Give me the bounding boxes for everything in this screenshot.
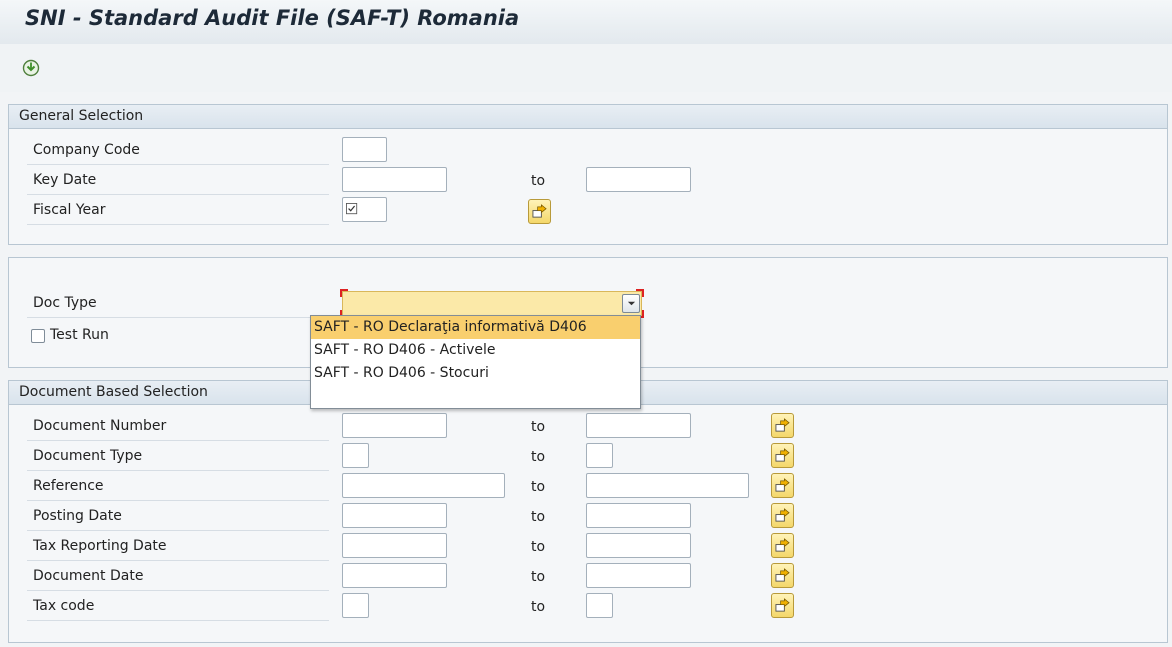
document-type-from-input[interactable]	[342, 443, 369, 468]
dropdown-option[interactable]: SAFT - RO D406 - Activele	[311, 339, 640, 362]
reference-to-label: to	[531, 479, 546, 495]
multiple-selection-icon	[775, 418, 790, 432]
doc-type-dropdown-list: SAFT - RO Declaraţia informativă D406 SA…	[310, 315, 641, 409]
chevron-down-icon	[627, 301, 635, 306]
document-date-from-input[interactable]	[342, 563, 447, 588]
tax-reporting-date-multiple-selection-button[interactable]	[771, 533, 794, 558]
focus-corner	[340, 289, 348, 297]
toolbar	[0, 44, 1172, 92]
dropdown-button[interactable]	[622, 294, 640, 313]
multiple-selection-icon	[775, 508, 790, 522]
tax-reporting-date-label: Tax Reporting Date	[27, 532, 329, 561]
general-selection-group: General Selection Company Code Key Date …	[8, 104, 1168, 245]
multiple-selection-icon	[775, 598, 790, 612]
multiple-selection-icon	[775, 478, 790, 492]
fiscal-year-label: Fiscal Year	[27, 196, 329, 225]
reference-from-input[interactable]	[342, 473, 505, 498]
key-date-label: Key Date	[27, 166, 329, 195]
dropdown-option[interactable]: SAFT - RO Declaraţia informativă D406	[311, 316, 640, 339]
company-code-label: Company Code	[27, 136, 329, 165]
reference-label: Reference	[27, 472, 329, 501]
tax-code-multiple-selection-button[interactable]	[771, 593, 794, 618]
tax-code-to-input[interactable]	[586, 593, 613, 618]
multiple-selection-icon	[532, 204, 547, 218]
document-number-multiple-selection-button[interactable]	[771, 413, 794, 438]
posting-date-label: Posting Date	[27, 502, 329, 531]
tax-reporting-date-to-label: to	[531, 539, 546, 555]
fiscal-year-multiple-selection-button[interactable]	[528, 199, 551, 224]
document-type-to-input[interactable]	[586, 443, 613, 468]
title-bar: SNI - Standard Audit File (SAF-T) Romani…	[0, 0, 1172, 44]
document-type-multiple-selection-button[interactable]	[771, 443, 794, 468]
tax-reporting-date-to-input[interactable]	[586, 533, 691, 558]
company-code-input[interactable]	[342, 137, 387, 162]
reference-multiple-selection-button[interactable]	[771, 473, 794, 498]
document-type-to-label: to	[531, 449, 546, 465]
tax-code-from-input[interactable]	[342, 593, 369, 618]
posting-date-to-label: to	[531, 509, 546, 525]
general-selection-header: General Selection	[9, 105, 1167, 129]
page-title: SNI - Standard Audit File (SAF-T) Romani…	[25, 6, 520, 30]
document-number-from-input[interactable]	[342, 413, 447, 438]
multiple-selection-icon	[775, 538, 790, 552]
multiple-selection-icon	[775, 568, 790, 582]
tax-code-to-label: to	[531, 599, 546, 615]
test-run-label: Test Run	[50, 327, 109, 343]
posting-date-from-input[interactable]	[342, 503, 447, 528]
document-number-to-label: to	[531, 419, 546, 435]
key-date-to-label: to	[531, 173, 546, 189]
dropdown-option[interactable]: SAFT - RO D406 - Stocuri	[311, 362, 640, 385]
document-number-to-input[interactable]	[586, 413, 691, 438]
document-date-to-input[interactable]	[586, 563, 691, 588]
reference-to-input[interactable]	[586, 473, 749, 498]
tax-reporting-date-from-input[interactable]	[342, 533, 447, 558]
key-date-from-input[interactable]	[342, 167, 447, 192]
posting-date-multiple-selection-button[interactable]	[771, 503, 794, 528]
doc-type-label: Doc Type	[27, 289, 329, 318]
tax-code-label: Tax code	[27, 592, 329, 621]
document-date-multiple-selection-button[interactable]	[771, 563, 794, 588]
test-run-checkbox[interactable]	[31, 329, 45, 343]
document-number-label: Document Number	[27, 412, 329, 441]
document-type-label: Document Type	[27, 442, 329, 471]
doc-type-dropdown-input[interactable]	[340, 289, 644, 318]
document-date-label: Document Date	[27, 562, 329, 591]
execute-icon[interactable]	[22, 59, 40, 77]
document-based-selection-group: Document Based Selection Document Number…	[8, 380, 1168, 643]
multiple-selection-icon	[775, 448, 790, 462]
key-date-to-input[interactable]	[586, 167, 691, 192]
fiscal-year-input[interactable]	[342, 197, 387, 222]
posting-date-to-input[interactable]	[586, 503, 691, 528]
document-date-to-label: to	[531, 569, 546, 585]
checkbox-icon	[346, 203, 358, 215]
